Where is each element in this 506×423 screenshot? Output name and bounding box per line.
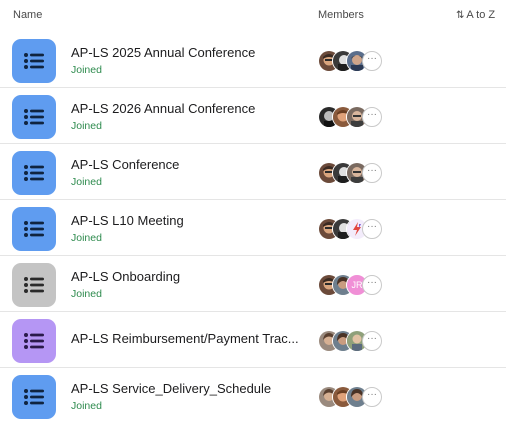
item-title: AP-LS Conference xyxy=(71,157,180,172)
joined-status: Joined xyxy=(71,176,102,188)
list-icon xyxy=(12,95,56,139)
item-title: AP-LS L10 Meeting xyxy=(71,213,184,228)
member-avatars[interactable]: JR ··· xyxy=(318,274,408,296)
list-icon xyxy=(12,151,56,195)
list-icon xyxy=(12,263,56,307)
more-members-icon[interactable]: ··· xyxy=(362,219,382,239)
member-avatars[interactable]: ··· xyxy=(318,330,408,352)
more-members-icon[interactable]: ··· xyxy=(362,275,382,295)
item-title: AP-LS Reimbursement/Payment Trac... xyxy=(71,331,299,346)
list-icon xyxy=(12,375,56,419)
list-item[interactable]: AP-LS Service_Delivery_Schedule Joined ·… xyxy=(0,368,506,423)
more-members-icon[interactable]: ··· xyxy=(362,331,382,351)
channel-list: AP-LS 2025 Annual Conference Joined ··· … xyxy=(0,32,506,423)
list-item[interactable]: AP-LS Conference Joined ··· xyxy=(0,144,506,200)
list-item[interactable]: AP-LS 2026 Annual Conference Joined ··· xyxy=(0,88,506,144)
item-title: AP-LS Onboarding xyxy=(71,269,181,284)
item-title: AP-LS 2025 Annual Conference xyxy=(71,45,256,60)
list-icon xyxy=(12,39,56,83)
joined-status: Joined xyxy=(71,120,102,132)
list-icon xyxy=(12,319,56,363)
item-title: AP-LS Service_Delivery_Schedule xyxy=(71,381,272,396)
more-members-icon[interactable]: ··· xyxy=(362,107,382,127)
item-title: AP-LS 2026 Annual Conference xyxy=(71,101,256,116)
member-avatars[interactable]: ··· xyxy=(318,106,408,128)
name-column-header[interactable]: Name xyxy=(13,9,42,21)
joined-status: Joined xyxy=(71,232,102,244)
more-members-icon[interactable]: ··· xyxy=(362,51,382,71)
member-avatars[interactable]: ··· xyxy=(318,386,408,408)
members-column-header[interactable]: Members xyxy=(318,9,364,21)
list-item[interactable]: AP-LS 2025 Annual Conference Joined ··· xyxy=(0,32,506,88)
sort-arrows-icon: ⇅ xyxy=(456,10,465,21)
list-item[interactable]: AP-LS Reimbursement/Payment Trac... ··· xyxy=(0,312,506,368)
list-item[interactable]: AP-LS L10 Meeting Joined ··· xyxy=(0,200,506,256)
joined-status: Joined xyxy=(71,64,102,76)
member-avatars[interactable]: ··· xyxy=(318,162,408,184)
list-item[interactable]: AP-LS Onboarding Joined JR ··· xyxy=(0,256,506,312)
list-header: Name Members ⇅ A to Z xyxy=(0,0,506,30)
more-members-icon[interactable]: ··· xyxy=(362,163,382,183)
joined-status: Joined xyxy=(71,288,102,300)
joined-status: Joined xyxy=(71,400,102,412)
list-icon xyxy=(12,207,56,251)
member-avatars[interactable]: ··· xyxy=(318,50,408,72)
member-avatars[interactable]: ··· xyxy=(318,218,408,240)
more-members-icon[interactable]: ··· xyxy=(362,387,382,407)
sort-button[interactable]: ⇅ A to Z xyxy=(456,9,495,21)
sort-label: A to Z xyxy=(466,9,496,21)
